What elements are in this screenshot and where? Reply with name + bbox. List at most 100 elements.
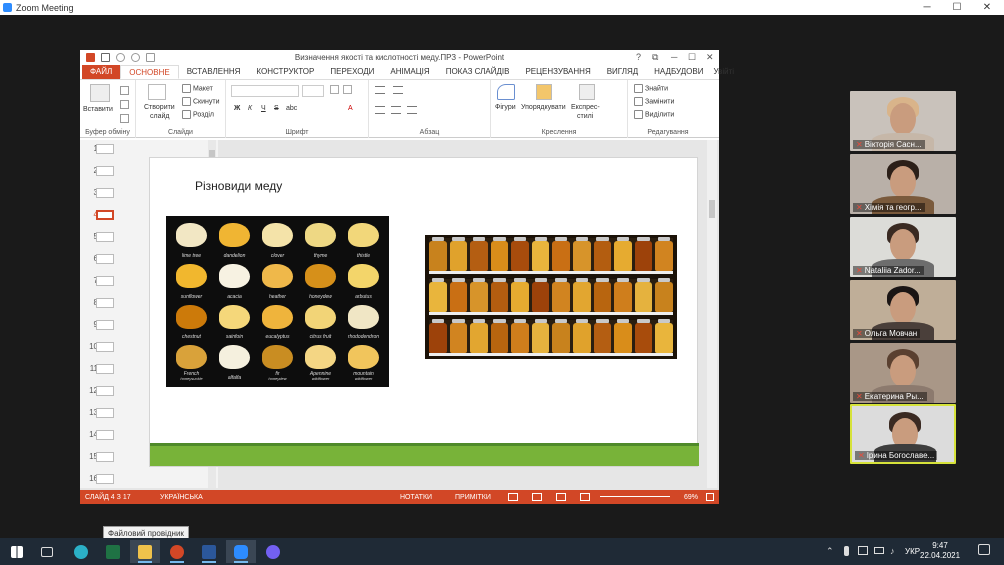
quick-styles-button[interactable]: Експрес-	[571, 104, 600, 111]
network-tray-icon[interactable]	[858, 546, 868, 555]
notes-button[interactable]: НОТАТКИ	[400, 494, 432, 501]
slide-title[interactable]: Різновиди меду	[195, 179, 282, 193]
participant-tile[interactable]: ✕ Ольга Мовчан	[850, 280, 956, 340]
numbering-icon[interactable]	[393, 86, 403, 94]
bold-button[interactable]: Ж	[234, 105, 240, 112]
participant-tile[interactable]: ✕ Nataliia Zador...	[850, 217, 956, 277]
tab-animations[interactable]: АНІМАЦІЯ	[382, 65, 437, 79]
participant-tile[interactable]: ✕ Екатерина Ры...	[850, 343, 956, 403]
paste-button[interactable]: Вставити	[83, 106, 113, 113]
tab-home[interactable]: ОСНОВНЕ	[120, 65, 179, 79]
reading-view-icon[interactable]	[556, 493, 566, 501]
new-slide-icon[interactable]	[148, 84, 166, 100]
ppt-maximize-button[interactable]: ☐	[688, 50, 696, 65]
start-button[interactable]	[2, 540, 32, 563]
tab-addins[interactable]: НАДБУДОВИ	[646, 65, 711, 79]
tab-design[interactable]: КОНСТРУКТОР	[248, 65, 322, 79]
honey-jars-image[interactable]	[425, 235, 677, 359]
taskbar-excel[interactable]	[98, 540, 128, 563]
arrange-icon[interactable]	[536, 84, 552, 100]
participant-tile[interactable]: ✕ Вікторія Сасн...	[850, 91, 956, 151]
select-button[interactable]: Виділити	[634, 110, 674, 119]
slide-scrollbar[interactable]	[707, 140, 717, 488]
arrange-button[interactable]: Упорядкувати	[521, 104, 566, 111]
taskbar-edge[interactable]	[66, 540, 96, 563]
honey-varieties-image[interactable]: lime tree dandelion clover thyme thistle sunf…	[166, 216, 389, 387]
taskbar-viber[interactable]	[258, 540, 288, 563]
system-clock[interactable]: 9:47 22.04.2021	[920, 541, 960, 561]
italic-button[interactable]: К	[248, 105, 252, 112]
zoom-minimize-button[interactable]: ─	[912, 0, 942, 15]
slide-canvas[interactable]: Різновиди меду lime tree dandelion clover t…	[149, 157, 699, 467]
language-indicator[interactable]: УКР	[905, 547, 920, 556]
honey-blob	[176, 345, 207, 370]
slide-thumbnail[interactable]: 16	[80, 470, 208, 488]
honey-label: lime tree	[181, 252, 202, 259]
quick-styles-button-line2[interactable]: стилі	[577, 113, 593, 120]
participant-tile[interactable]: ✕ Ірина Богославе...	[850, 404, 956, 464]
help-button[interactable]: ?	[636, 50, 641, 65]
honey-jar	[634, 237, 653, 271]
sign-in-link[interactable]: Увійті	[711, 65, 736, 79]
align-center-icon[interactable]	[391, 106, 401, 114]
slideshow-view-icon[interactable]	[580, 493, 590, 501]
zoom-close-button[interactable]: ✕	[972, 0, 1002, 15]
section-button[interactable]: Розділ	[182, 110, 214, 119]
align-right-icon[interactable]	[407, 106, 417, 114]
tab-slideshow[interactable]: ПОКАЗ СЛАЙДІВ	[438, 65, 518, 79]
notifications-icon[interactable]	[978, 544, 990, 555]
layout-button[interactable]: Макет	[182, 84, 213, 93]
honey-sample: mountain wildflower	[342, 342, 385, 383]
shapes-icon[interactable]	[497, 84, 515, 100]
font-color-button[interactable]: A	[348, 105, 353, 112]
bullets-icon[interactable]	[375, 86, 385, 94]
taskbar-powerpoint[interactable]	[162, 540, 192, 563]
slide-scroll-thumb[interactable]	[709, 200, 715, 218]
shapes-button[interactable]: Фігури	[495, 104, 516, 111]
grow-font-icon[interactable]	[330, 85, 339, 94]
tab-insert[interactable]: ВСТАВЛЕННЯ	[179, 65, 249, 79]
tab-review[interactable]: РЕЦЕНЗУВАННЯ	[517, 65, 598, 79]
replace-button[interactable]: Замінити	[634, 97, 674, 106]
slide-sorter-icon[interactable]	[532, 493, 542, 501]
participant-tile[interactable]: ✕ Хімія та геогр...	[850, 154, 956, 214]
zoom-maximize-button[interactable]: ☐	[942, 0, 972, 15]
zoom-level[interactable]: 69%	[684, 494, 698, 501]
comments-button[interactable]: ПРИМІТКИ	[455, 494, 491, 501]
underline-button[interactable]: Ч	[261, 105, 266, 112]
tab-transitions[interactable]: ПЕРЕХОДИ	[322, 65, 382, 79]
font-name-input[interactable]	[231, 85, 299, 97]
ppt-close-button[interactable]: ✕	[706, 50, 714, 65]
strikethrough-button[interactable]: S	[274, 105, 279, 112]
paste-icon[interactable]	[90, 84, 110, 102]
copy-icon[interactable]	[120, 100, 129, 109]
language-status[interactable]: УКРАЇНСЬКА	[160, 494, 203, 501]
ppt-minimize-button[interactable]: ─	[671, 50, 677, 65]
ribbon-display-button[interactable]: ⧉	[652, 50, 658, 65]
quick-styles-icon[interactable]	[579, 84, 595, 100]
volume-tray-icon[interactable]: ♪	[890, 546, 895, 556]
text-shadow-button[interactable]: abc	[286, 105, 297, 112]
align-left-icon[interactable]	[375, 106, 385, 114]
find-button[interactable]: Знайти	[634, 84, 668, 93]
reset-button[interactable]: Скинути	[182, 97, 220, 106]
tab-view[interactable]: ВИГЛЯД	[599, 65, 646, 79]
taskbar-zoom[interactable]	[226, 540, 256, 563]
cut-icon[interactable]	[120, 86, 129, 95]
font-size-input[interactable]	[302, 85, 324, 97]
chevron-up-icon[interactable]: ⌃	[826, 546, 834, 557]
shrink-font-icon[interactable]	[343, 85, 352, 94]
task-view-button[interactable]	[32, 540, 62, 563]
new-slide-button-line2[interactable]: слайд	[150, 113, 169, 120]
taskbar-file-explorer[interactable]	[130, 540, 160, 563]
microphone-tray-icon[interactable]	[844, 546, 849, 556]
honey-jar	[470, 237, 488, 271]
format-painter-icon[interactable]	[120, 114, 129, 123]
zoom-slider[interactable]	[600, 496, 670, 497]
fit-slide-icon[interactable]	[706, 493, 714, 501]
normal-view-icon[interactable]	[508, 493, 518, 501]
taskbar-word[interactable]	[194, 540, 224, 563]
new-slide-button[interactable]: Створити	[144, 104, 175, 111]
battery-tray-icon[interactable]	[874, 547, 884, 554]
tab-file[interactable]: ФАЙЛ	[82, 65, 121, 79]
